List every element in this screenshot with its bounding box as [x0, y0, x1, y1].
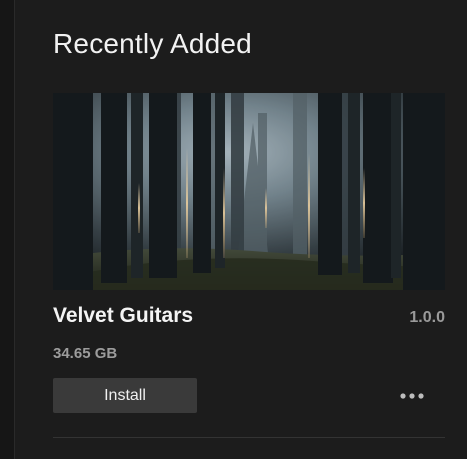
more-horizontal-icon [400, 393, 424, 399]
product-artwork[interactable] [53, 93, 445, 290]
recently-added-panel: Recently Added Velvet Guitars 1.0.0 34.6… [0, 0, 467, 459]
product-size: 34.65 GB [53, 345, 118, 362]
divider [53, 437, 445, 438]
sidebar-edge [0, 0, 15, 459]
install-button[interactable]: Install [53, 378, 197, 413]
product-name[interactable]: Velvet Guitars [53, 304, 193, 328]
product-version: 1.0.0 [409, 309, 445, 326]
more-options-button[interactable] [394, 383, 430, 409]
forest-image [53, 93, 445, 290]
section-title: Recently Added [53, 28, 252, 59]
